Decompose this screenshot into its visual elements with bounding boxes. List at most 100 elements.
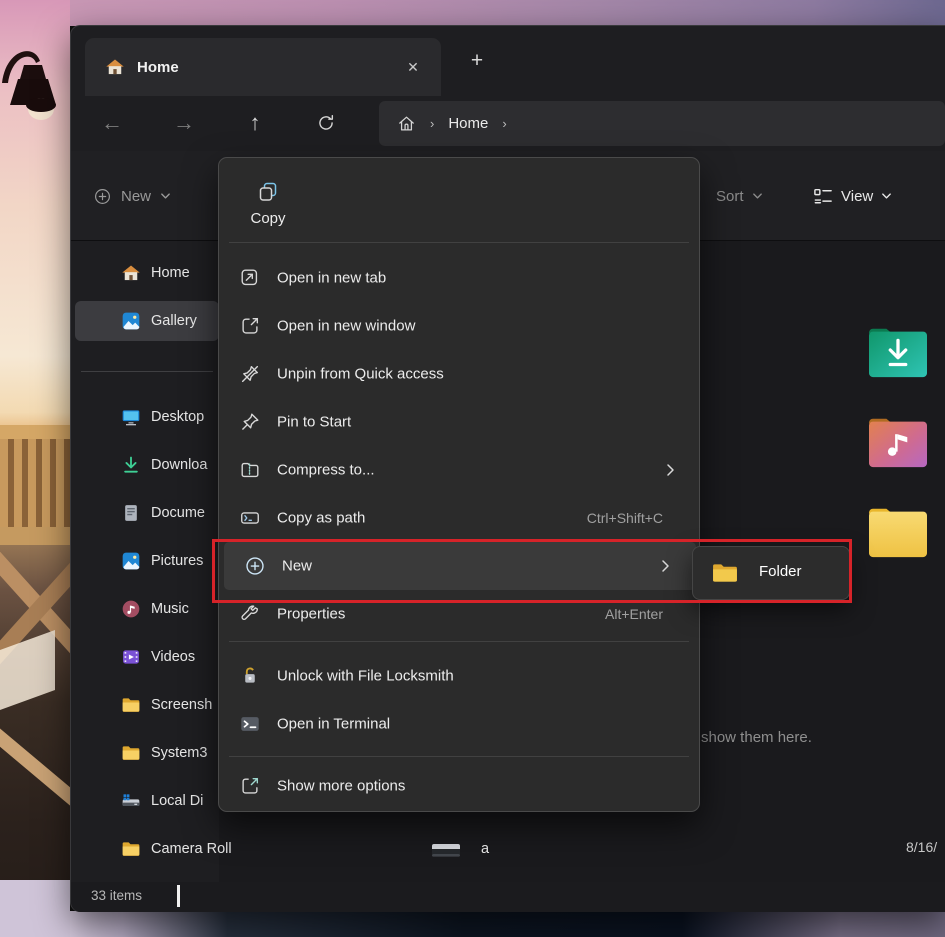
- sidebar-item-downloads[interactable]: Downloa: [71, 445, 221, 485]
- file-row-a[interactable]: a: [431, 834, 489, 864]
- terminal-icon: [239, 713, 261, 735]
- forward-button[interactable]: →: [165, 104, 203, 142]
- back-button[interactable]: ←: [93, 104, 131, 142]
- menu-item-label: Properties: [277, 606, 345, 623]
- breadcrumb-separator: ›: [430, 116, 434, 131]
- file-date-modified: 8/16/: [906, 839, 937, 855]
- wallpaper-left: [0, 0, 70, 937]
- pane-splitter[interactable]: [177, 885, 180, 907]
- tab-home[interactable]: Home ✕: [85, 38, 441, 96]
- sidebar-item-label: Videos: [151, 649, 195, 665]
- home-icon: [105, 57, 125, 77]
- refresh-icon: [316, 113, 336, 133]
- sidebar-item-label: Docume: [151, 505, 205, 521]
- pictures-icon: [121, 551, 141, 571]
- menu-separator: [229, 242, 689, 243]
- menu-item-open-in-new-window[interactable]: Open in new window: [219, 302, 701, 350]
- downloads-icon: [121, 455, 141, 475]
- plus-circle-icon: [93, 187, 112, 206]
- music-icon: [121, 599, 141, 619]
- menu-item-shortcut: Alt+Enter: [605, 606, 663, 622]
- menu-item-pin-to-start[interactable]: Pin to Start: [219, 398, 701, 446]
- home-icon: [397, 114, 416, 133]
- open-new-tab-icon: [239, 267, 261, 289]
- bridge-balustrade: [0, 425, 70, 545]
- menu-item-unlock-with-file-locksmith[interactable]: Unlock with File Locksmith: [219, 652, 701, 700]
- menu-item-unpin-from-quick-access[interactable]: Unpin from Quick access: [219, 350, 701, 398]
- sidebar-item-label: Pictures: [151, 553, 203, 569]
- file-name: a: [481, 841, 489, 857]
- menu-item-copy[interactable]: Copy: [237, 170, 299, 236]
- status-bar: 33 items: [71, 882, 945, 912]
- navigation-bar: ← → ↑ › Home ›: [71, 96, 945, 151]
- breadcrumb-home[interactable]: Home: [448, 115, 488, 132]
- sidebar-item-gallery[interactable]: Gallery: [75, 301, 219, 341]
- wallpaper-top: [70, 0, 945, 26]
- menu-item-compress-to[interactable]: Compress to...: [219, 446, 701, 494]
- sidebar-item-label: Screensh: [151, 697, 212, 713]
- menu-item-label: Open in new window: [277, 318, 415, 335]
- tab-title: Home: [137, 59, 179, 76]
- highlight-annotation-box: [212, 539, 852, 603]
- plain-folder-tile[interactable]: [867, 501, 929, 559]
- pin-icon: [239, 411, 261, 433]
- menu-item-shortcut: Ctrl+Shift+C: [587, 510, 663, 526]
- sidebar-item-documents[interactable]: Docume: [71, 493, 221, 533]
- open-new-window-icon: [239, 315, 261, 337]
- sort-button[interactable]: Sort: [716, 174, 763, 218]
- view-button[interactable]: View: [813, 174, 892, 218]
- menu-item-show-more-options[interactable]: Show more options: [219, 762, 701, 810]
- sidebar-item-pictures[interactable]: Pictures: [71, 541, 221, 581]
- close-tab-button[interactable]: ✕: [399, 53, 427, 81]
- view-icon: [813, 187, 833, 205]
- context-menu: Copy Open in new tab Open in new window …: [218, 157, 700, 812]
- menu-item-label: Compress to...: [277, 462, 375, 479]
- music-folder-tile[interactable]: [867, 411, 929, 469]
- sidebar-item-camera-roll[interactable]: Camera Roll: [71, 829, 221, 869]
- sidebar-item-label: Local Di: [151, 793, 203, 809]
- menu-item-copy-as-path[interactable]: Copy as path Ctrl+Shift+C: [219, 494, 701, 542]
- menu-item-label: Copy as path: [277, 510, 365, 527]
- menu-separator: [229, 756, 689, 757]
- lamp-silhouette-icon: [0, 35, 66, 145]
- sidebar-item-screenshots[interactable]: Screensh: [71, 685, 221, 725]
- sidebar-item-label: System3: [151, 745, 207, 761]
- sidebar-item-label: Camera Roll: [151, 841, 232, 857]
- wallpaper-bottom-light: [0, 880, 70, 937]
- sidebar-item-desktop[interactable]: Desktop: [71, 397, 221, 437]
- sidebar-item-label: Gallery: [151, 313, 197, 329]
- disk-icon: [121, 791, 141, 811]
- sidebar-item-system32[interactable]: System3: [71, 733, 221, 773]
- menu-item-label: Pin to Start: [277, 414, 351, 431]
- breadcrumb-separator: ›: [502, 116, 506, 131]
- sort-button-label: Sort: [716, 188, 744, 205]
- desktop-icon: [121, 407, 141, 427]
- folder-icon: [121, 743, 141, 763]
- sidebar-item-home[interactable]: Home: [71, 253, 221, 293]
- sidebar-item-label: Home: [151, 265, 190, 281]
- folder-icon: [121, 695, 141, 715]
- sidebar-item-local-disk[interactable]: Local Di: [71, 781, 221, 821]
- new-tab-button[interactable]: +: [461, 46, 493, 76]
- sidebar-item-label: Desktop: [151, 409, 204, 425]
- sidebar-item-videos[interactable]: Videos: [71, 637, 221, 677]
- copy-path-icon: [239, 507, 261, 529]
- refresh-button[interactable]: [307, 104, 345, 142]
- address-bar[interactable]: › Home ›: [379, 101, 945, 146]
- sidebar-item-music[interactable]: Music: [71, 589, 221, 629]
- up-button[interactable]: ↑: [236, 104, 274, 142]
- sidebar-separator: [81, 371, 213, 372]
- show-more-icon: [239, 775, 261, 797]
- chevron-down-icon: [160, 192, 171, 200]
- videos-icon: [121, 647, 141, 667]
- home-icon: [121, 263, 141, 283]
- gallery-icon: [121, 311, 141, 331]
- menu-item-open-in-terminal[interactable]: Open in Terminal: [219, 700, 701, 748]
- folder-icon: [121, 839, 141, 859]
- item-count: 33 items: [91, 888, 142, 903]
- downloads-folder-tile[interactable]: [867, 321, 929, 379]
- new-button[interactable]: New: [93, 174, 171, 218]
- empty-state-hint: show them here.: [701, 729, 812, 746]
- menu-item-open-in-new-tab[interactable]: Open in new tab: [219, 254, 701, 302]
- wallpaper-bottom: [70, 911, 945, 937]
